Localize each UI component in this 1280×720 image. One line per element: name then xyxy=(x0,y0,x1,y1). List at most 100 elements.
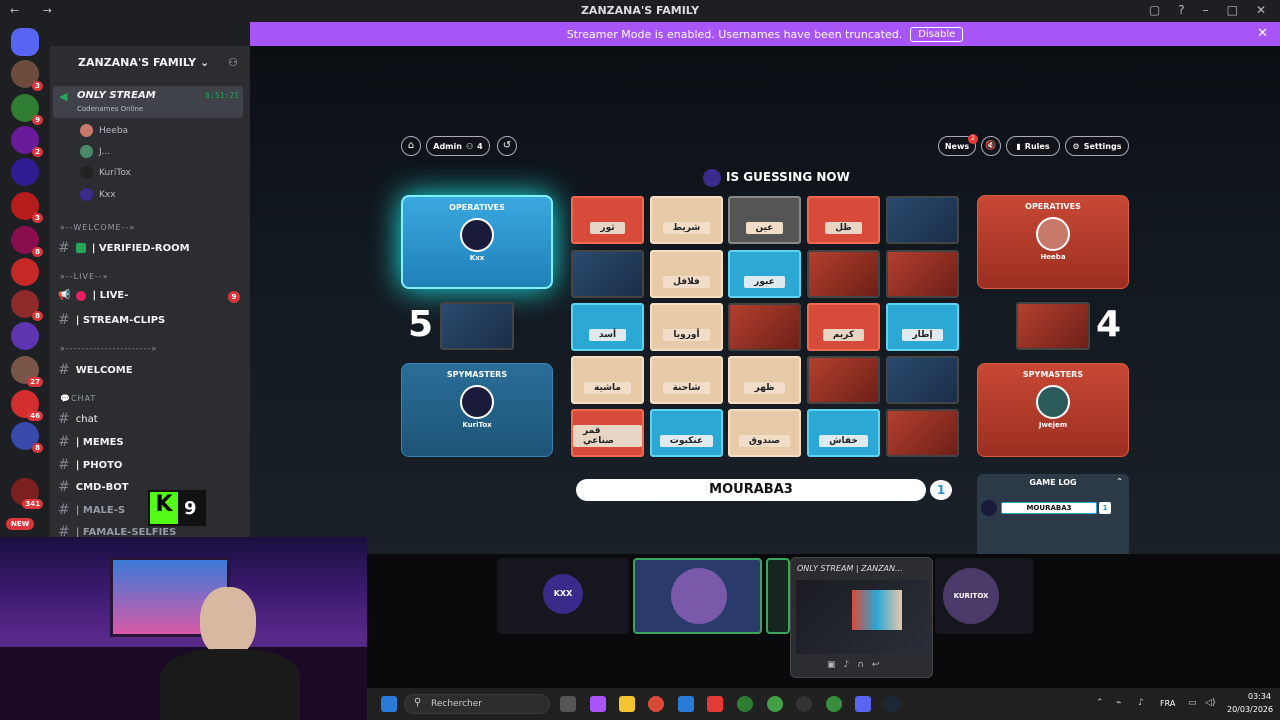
board-card[interactable] xyxy=(807,250,880,298)
category-live[interactable]: »--LIVE--» xyxy=(60,272,109,281)
channel-verified[interactable]: # | VERIFIED-ROOM xyxy=(58,240,190,256)
board-card[interactable]: خفاش xyxy=(807,409,880,457)
app-icon[interactable] xyxy=(707,696,723,712)
chevron-up-icon[interactable]: ⌃ xyxy=(1116,477,1123,486)
board-card[interactable]: شريط xyxy=(650,196,723,244)
server-icon[interactable]: 2 xyxy=(11,126,43,157)
voice-user[interactable]: Kxx xyxy=(80,188,116,201)
board-card[interactable]: إطار xyxy=(886,303,959,351)
obs-icon[interactable] xyxy=(796,696,812,712)
settings-button[interactable]: ⚙ Settings xyxy=(1065,136,1129,156)
participant-tile[interactable]: KURITOX xyxy=(935,558,1033,634)
participant-tile[interactable]: KXX xyxy=(497,558,629,634)
voice-user[interactable]: J... xyxy=(80,145,110,158)
network-icon[interactable]: ⌁ xyxy=(1116,698,1121,708)
server-icon[interactable]: 9 xyxy=(11,94,43,125)
category-welcome[interactable]: »--WELCOME--» xyxy=(60,223,135,232)
undo-icon[interactable]: ↺ xyxy=(497,136,517,156)
server-icon[interactable]: 3 xyxy=(11,192,43,223)
server-header[interactable]: ZANZANA'S FAMILY ⌄ xyxy=(50,46,250,78)
window-preview-popup[interactable]: ONLY STREAM | ZANZAN... ▣ ♪ ∩ ↩ xyxy=(790,557,933,678)
category-divider[interactable]: »----------------------» xyxy=(60,344,157,353)
board-card[interactable]: فلافل xyxy=(650,250,723,298)
board-card[interactable] xyxy=(728,303,801,351)
channel-stream-clips[interactable]: # | STREAM-CLIPS xyxy=(58,312,165,328)
volume-icon[interactable]: ◁) xyxy=(1205,698,1215,708)
board-card[interactable]: عنكبوت xyxy=(650,409,723,457)
voice-user[interactable]: Heeba xyxy=(80,124,128,137)
admin-button[interactable]: Admin ⚇ 4 xyxy=(426,136,490,156)
server-icon[interactable] xyxy=(11,258,39,286)
participant-tile-speaking[interactable] xyxy=(633,558,762,634)
server-icon[interactable]: 8 xyxy=(11,422,43,453)
board-card[interactable] xyxy=(807,356,880,404)
board-card[interactable]: كريم xyxy=(807,303,880,351)
clock-date[interactable]: 20/03/2026 xyxy=(1227,705,1273,714)
search-input[interactable]: Rechercher xyxy=(404,694,550,714)
board-card[interactable] xyxy=(886,250,959,298)
board-card[interactable]: ظل xyxy=(807,196,880,244)
category-chat[interactable]: 💬CHAT xyxy=(60,394,96,403)
channel-cmd-bot[interactable]: # CMD-BOT xyxy=(58,479,129,495)
mic-icon[interactable]: ♪ xyxy=(844,660,850,670)
board-card[interactable]: قمر صناعي xyxy=(571,409,644,457)
server-icon[interactable] xyxy=(11,322,39,350)
board-card[interactable]: أسد xyxy=(571,303,644,351)
clock-time[interactable]: 03:34 xyxy=(1248,692,1271,701)
language-indicator[interactable]: FRA xyxy=(1160,699,1175,708)
channel-photo[interactable]: # | PHOTO xyxy=(58,457,122,473)
board-card[interactable]: أوروبا xyxy=(650,303,723,351)
chrome-icon[interactable] xyxy=(737,696,753,712)
board-card[interactable]: صندوق xyxy=(728,409,801,457)
chrome-icon[interactable] xyxy=(648,696,664,712)
add-member-icon[interactable]: ⚇ xyxy=(228,56,238,69)
rules-button[interactable]: ▮ Rules xyxy=(1006,136,1060,156)
board-card[interactable]: عين xyxy=(728,196,801,244)
close-banner-icon[interactable]: ✕ xyxy=(1257,26,1268,41)
server-icon[interactable]: 341 xyxy=(11,478,43,509)
board-card[interactable]: عبور xyxy=(728,250,801,298)
discord-icon[interactable] xyxy=(855,696,871,712)
server-icon[interactable]: 27 xyxy=(11,356,43,387)
server-icon[interactable]: 46 xyxy=(11,390,43,421)
close-icon[interactable]: ✕ xyxy=(1256,3,1266,17)
copilot-icon[interactable] xyxy=(590,696,606,712)
board-card[interactable] xyxy=(886,356,959,404)
help-icon[interactable]: ? xyxy=(1178,3,1184,17)
server-icon[interactable]: 3 xyxy=(11,60,43,91)
steam-icon[interactable] xyxy=(884,696,900,712)
channel-male[interactable]: # | MALE-S xyxy=(58,502,125,518)
server-icon[interactable]: 8 xyxy=(11,226,43,257)
disable-button[interactable]: Disable xyxy=(910,26,964,42)
camera-icon[interactable]: ▣ xyxy=(827,660,836,670)
store-icon[interactable] xyxy=(678,696,694,712)
board-card[interactable]: ماشية xyxy=(571,356,644,404)
inbox-icon[interactable]: ▢ xyxy=(1149,3,1160,17)
mic-icon[interactable]: ♪ xyxy=(1138,698,1144,708)
board-card[interactable]: ثور xyxy=(571,196,644,244)
board-card[interactable]: ظهر xyxy=(728,356,801,404)
discord-home-icon[interactable] xyxy=(11,28,39,56)
minimize-icon[interactable]: – xyxy=(1203,3,1209,17)
channel-memes[interactable]: # | MEMES xyxy=(58,434,124,450)
server-icon[interactable] xyxy=(11,158,39,186)
board-card[interactable] xyxy=(571,250,644,298)
board-card[interactable] xyxy=(886,196,959,244)
display-icon[interactable]: ▭ xyxy=(1188,698,1197,708)
headset-icon[interactable]: ∩ xyxy=(857,660,864,670)
voice-channel-active[interactable]: ◀ ONLY STREAM 6:51:21 Codenames Online xyxy=(53,86,243,118)
mute-icon[interactable]: 🔇 xyxy=(981,136,1001,156)
disconnect-icon[interactable]: ↩ xyxy=(872,660,880,670)
chrome-icon[interactable] xyxy=(826,696,842,712)
channel-welcome[interactable]: # WELCOME xyxy=(58,362,133,378)
home-icon[interactable]: ⌂ xyxy=(401,136,421,156)
channel-chat[interactable]: # chat xyxy=(58,411,98,427)
maximize-icon[interactable]: □ xyxy=(1227,3,1238,17)
participant-tile[interactable] xyxy=(766,558,790,634)
voice-user[interactable]: KuriTox xyxy=(80,166,131,179)
task-view-icon[interactable] xyxy=(560,696,576,712)
folder-icon[interactable] xyxy=(619,696,635,712)
server-icon[interactable]: 8 xyxy=(11,290,43,321)
chrome-icon[interactable] xyxy=(767,696,783,712)
board-card[interactable]: شاحنة xyxy=(650,356,723,404)
